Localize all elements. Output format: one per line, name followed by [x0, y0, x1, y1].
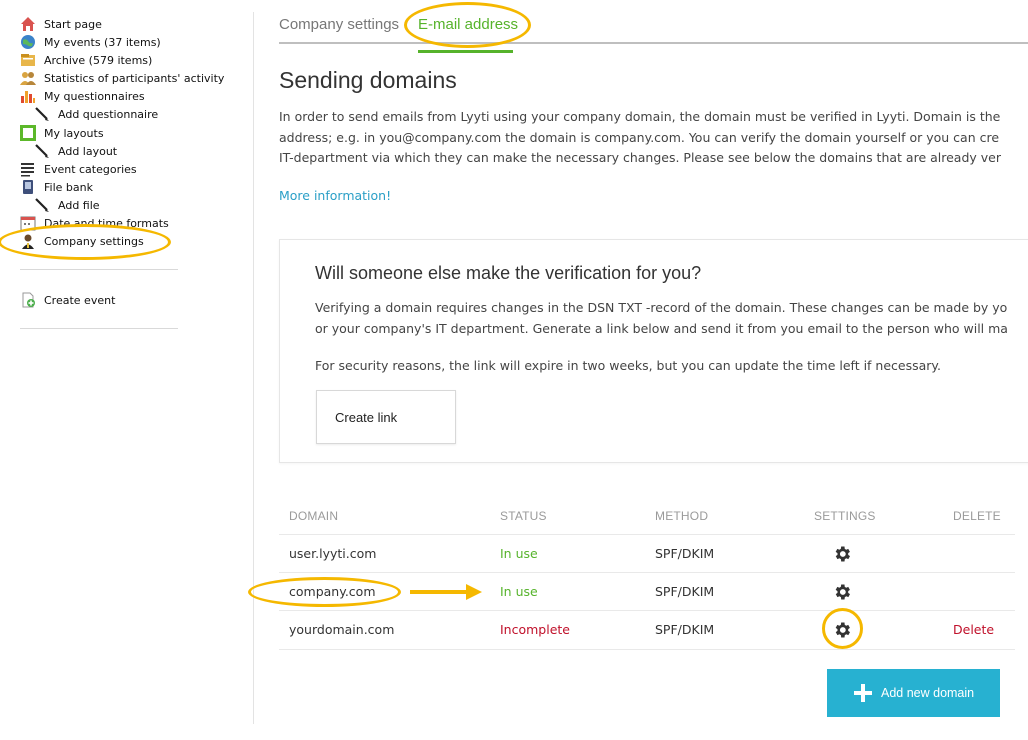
domain-status: In use — [500, 546, 538, 561]
sidebar: Start page My events (37 items) Archive … — [0, 0, 254, 740]
sidebar-item-event-categories[interactable]: Event categories — [20, 160, 137, 178]
sidebar-item-add-file[interactable]: Add file — [34, 196, 100, 214]
sidebar-item-label: Add questionnaire — [58, 107, 159, 121]
bar-chart-icon — [20, 88, 36, 104]
sidebar-item-my-layouts[interactable]: My layouts — [20, 124, 104, 142]
sidebar-item-label: Event categories — [44, 162, 137, 176]
table-row: yourdomain.com Incomplete SPF/DKIM Delet… — [279, 610, 1015, 650]
add-document-icon — [20, 292, 36, 308]
sidebar-item-file-bank[interactable]: File bank — [20, 178, 93, 196]
gear-icon[interactable] — [832, 620, 852, 640]
page-title: Sending domains — [279, 67, 457, 93]
pen-icon — [34, 143, 50, 159]
gear-icon[interactable] — [832, 582, 852, 602]
sidebar-item-label: My events (37 items) — [44, 35, 161, 49]
verification-text-line: or your company's IT department. Generat… — [315, 321, 1008, 336]
sidebar-item-start-page[interactable]: Start page — [20, 15, 102, 33]
device-icon — [20, 179, 36, 195]
sidebar-border — [253, 12, 254, 724]
domain-status: Incomplete — [500, 622, 570, 637]
people-icon — [20, 70, 36, 86]
domain-method: SPF/DKIM — [655, 584, 715, 599]
domain-method: SPF/DKIM — [655, 622, 715, 637]
create-event-label: Create event — [44, 293, 116, 307]
sidebar-item-label: Date and time formats — [44, 216, 169, 230]
table-row: user.lyyti.com In use SPF/DKIM — [279, 534, 1015, 573]
more-information-link[interactable]: More information! — [279, 188, 391, 203]
sidebar-item-label: Archive (579 items) — [44, 53, 153, 67]
column-header-settings: SETTINGS — [814, 509, 876, 523]
sidebar-item-date-time-formats[interactable]: Date and time formats — [20, 214, 169, 232]
tab-bar-line — [279, 42, 1028, 44]
add-new-domain-label: Add new domain — [881, 686, 975, 700]
layout-icon — [20, 125, 36, 141]
pen-icon — [34, 106, 50, 122]
sidebar-item-company-settings[interactable]: Company settings — [20, 232, 144, 250]
verification-card: Will someone else make the verification … — [279, 239, 1028, 463]
sidebar-item-label: Add file — [58, 198, 100, 212]
intro-text-line: IT-department via which they can make th… — [279, 150, 1001, 165]
domain-name: yourdomain.com — [289, 622, 395, 637]
create-link-button[interactable]: Create link — [316, 390, 456, 444]
pen-icon — [34, 197, 50, 213]
tab-email-address[interactable]: E-mail address — [418, 16, 518, 33]
sidebar-item-label: My questionnaires — [44, 89, 145, 103]
sidebar-item-add-layout[interactable]: Add layout — [34, 142, 117, 160]
domain-name: company.com — [289, 584, 376, 599]
sidebar-item-label: My layouts — [44, 126, 104, 140]
sidebar-item-archive[interactable]: Archive (579 items) — [20, 51, 152, 69]
domain-name: user.lyyti.com — [289, 546, 377, 561]
column-header-delete: DELETE — [953, 509, 1001, 523]
create-event-link[interactable]: Create event — [20, 291, 115, 309]
delete-domain-link[interactable]: Delete — [953, 622, 994, 637]
active-tab-indicator — [418, 50, 513, 53]
tab-company-settings[interactable]: Company settings — [279, 16, 399, 33]
sidebar-item-label: Company settings — [44, 234, 144, 248]
sidebar-item-label: Start page — [44, 17, 102, 31]
column-header-domain: DOMAIN — [289, 509, 339, 523]
table-row: company.com In use SPF/DKIM — [279, 572, 1015, 611]
sidebar-item-add-questionnaire[interactable]: Add questionnaire — [34, 105, 158, 123]
verification-card-title: Will someone else make the verification … — [315, 263, 702, 283]
verification-text-line: Verifying a domain requires changes in t… — [315, 300, 1008, 315]
intro-text-line: In order to send emails from Lyyti using… — [279, 109, 1001, 124]
globe-icon — [20, 34, 36, 50]
archive-icon — [20, 52, 36, 68]
security-note: For security reasons, the link will expi… — [315, 358, 942, 373]
tab-bar: Company settings E-mail address — [279, 10, 1028, 53]
intro-text-line: address; e.g. in you@company.com the dom… — [279, 130, 1000, 145]
sidebar-item-my-questionnaires[interactable]: My questionnaires — [20, 87, 145, 105]
gear-icon[interactable] — [832, 544, 852, 564]
sidebar-item-label: File bank — [44, 180, 93, 194]
add-new-domain-button[interactable]: Add new domain — [827, 669, 1000, 717]
domain-method: SPF/DKIM — [655, 546, 715, 561]
sidebar-divider-line — [20, 269, 178, 270]
sidebar-item-label: Statistics of participants' activity — [44, 71, 225, 85]
calendar-icon — [20, 215, 36, 231]
sidebar-item-label: Add layout — [58, 144, 118, 158]
list-icon — [20, 161, 36, 177]
column-header-status: STATUS — [500, 509, 547, 523]
main-content: Company settings E-mail address Sending … — [279, 0, 1028, 740]
domain-status: In use — [500, 584, 538, 599]
sidebar-item-statistics[interactable]: Statistics of participants' activity — [20, 69, 224, 87]
person-icon — [20, 233, 36, 249]
sidebar-item-my-events[interactable]: My events (37 items) — [20, 33, 161, 51]
plus-icon — [853, 683, 873, 703]
sidebar-divider-line — [20, 328, 178, 329]
house-icon — [20, 16, 36, 32]
column-header-method: METHOD — [655, 509, 709, 523]
